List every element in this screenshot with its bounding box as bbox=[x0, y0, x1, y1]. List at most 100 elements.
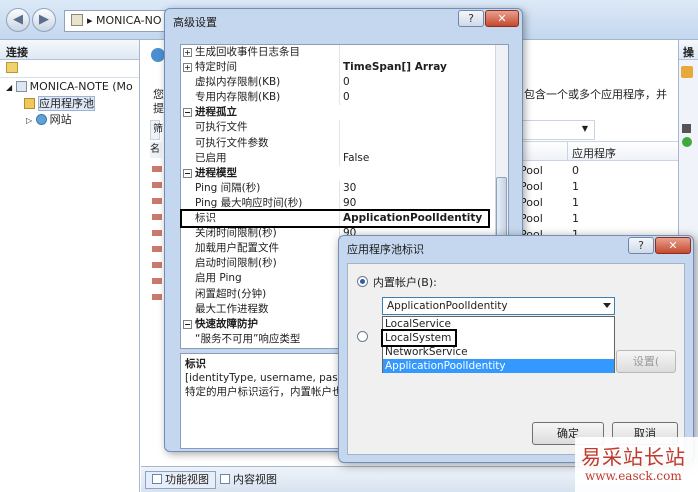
close-button[interactable]: ✕ bbox=[655, 237, 691, 254]
table-row[interactable]: Pool 1 bbox=[520, 211, 678, 227]
pool-table-header: 应用程序 bbox=[520, 141, 678, 161]
row-count: 0 bbox=[572, 164, 579, 177]
app-pool-identity-dialog: 应用程序池标识 ? ✕ 内置帐户(B): ApplicationPoolIden… bbox=[338, 235, 694, 463]
close-button[interactable]: ✕ bbox=[485, 10, 519, 27]
row-name: Pool bbox=[520, 212, 543, 225]
sites-icon bbox=[35, 114, 47, 125]
property-key-text: 虚拟内存限制(KB) bbox=[195, 76, 281, 89]
features-view-tab[interactable]: 功能视图 bbox=[145, 471, 216, 489]
filter-dropdown[interactable]: ▼ bbox=[520, 120, 595, 140]
highlight-box-localsystem bbox=[381, 329, 457, 347]
property-key: 可执行文件参数 bbox=[181, 135, 340, 151]
property-row[interactable]: Ping 间隔(秒) 30 bbox=[181, 180, 508, 196]
property-key-text: 可执行文件参数 bbox=[195, 136, 269, 149]
table-row[interactable]: Pool 0 bbox=[520, 163, 678, 179]
forward-button[interactable]: ▶ bbox=[32, 8, 56, 32]
property-key: 加载用户配置文件 bbox=[181, 241, 340, 257]
connections-title: 连接 bbox=[0, 40, 139, 60]
recycle-icon[interactable] bbox=[682, 137, 692, 147]
property-key-text: 进程模型 bbox=[195, 166, 237, 179]
set-button[interactable]: 设置( bbox=[616, 350, 676, 373]
property-value bbox=[340, 136, 508, 151]
stop-icon[interactable] bbox=[682, 124, 691, 133]
property-key-text: 闲置超时(分钟) bbox=[195, 287, 267, 300]
chevron-down-icon bbox=[603, 303, 611, 308]
builtin-account-radio[interactable] bbox=[357, 276, 368, 287]
intro-text-2: 提 bbox=[153, 102, 164, 115]
pool-table: 应用程序 Pool 0 Pool 1 Pool 1 Pool 1 Pool 1 bbox=[520, 141, 678, 243]
property-key: “服务不可用”响应类型 bbox=[181, 331, 340, 347]
content-view-label: 内容视图 bbox=[233, 473, 277, 486]
server-icon bbox=[15, 81, 27, 92]
builtin-account-select[interactable]: ApplicationPoolIdentity bbox=[382, 297, 615, 315]
property-row[interactable]: 可执行文件 bbox=[181, 120, 508, 136]
action-icon[interactable] bbox=[681, 66, 693, 78]
help-button[interactable]: ? bbox=[628, 237, 654, 254]
property-key-text: 可执行文件 bbox=[195, 121, 248, 134]
property-value: TimeSpan[] Array bbox=[343, 61, 447, 74]
property-key: − 进程孤立 bbox=[181, 105, 340, 120]
tree-label-server: MONICA-NOTE (Mo bbox=[29, 80, 133, 93]
expand-icon[interactable]: + bbox=[183, 48, 192, 57]
col-header-name[interactable]: 名 bbox=[150, 142, 162, 158]
property-key: − 快速故障防护 bbox=[181, 317, 340, 332]
property-key-text: 生成回收事件日志条目 bbox=[195, 46, 300, 58]
property-key-text: 关闭时间限制(秒) bbox=[195, 227, 277, 240]
filter-bar[interactable]: 筛 bbox=[150, 120, 163, 140]
watermark-title: 易采站长站 bbox=[581, 445, 686, 469]
folder-icon[interactable] bbox=[6, 62, 18, 73]
property-key: Ping 间隔(秒) bbox=[181, 180, 340, 196]
content-view-tab[interactable]: 内容视图 bbox=[213, 471, 284, 489]
back-button[interactable]: ◀ bbox=[6, 8, 30, 32]
property-value bbox=[340, 45, 508, 60]
tree-node-app-pools[interactable]: 应用程序池 bbox=[0, 96, 139, 112]
builtin-account-label: 内置帐户(B): bbox=[373, 276, 437, 289]
tree-label-sites: 网站 bbox=[49, 113, 72, 126]
property-row[interactable]: + 特定时间 TimeSpan[] Array bbox=[181, 60, 508, 76]
property-value: 0 bbox=[343, 91, 350, 104]
property-value bbox=[340, 120, 508, 135]
option-applicationpoolidentity[interactable]: ApplicationPoolIdentity bbox=[383, 359, 614, 373]
actions-title: 操 bbox=[679, 40, 698, 60]
property-key: 虚拟内存限制(KB) bbox=[181, 75, 340, 91]
table-row[interactable]: Pool 1 bbox=[520, 179, 678, 195]
property-row[interactable]: 已启用 False bbox=[181, 150, 508, 166]
tree-node-server[interactable]: ◢ MONICA-NOTE (Mo bbox=[0, 79, 139, 96]
select-value: ApplicationPoolIdentity bbox=[387, 300, 508, 312]
property-key-text: 专用内存限制(KB) bbox=[195, 91, 281, 104]
property-key-text: Ping 最大响应时间(秒) bbox=[195, 196, 303, 209]
property-row[interactable]: 可执行文件参数 bbox=[181, 135, 508, 151]
expand-icon[interactable]: + bbox=[183, 63, 192, 73]
property-key: + 生成回收事件日志条目 bbox=[181, 45, 340, 61]
collapse-icon[interactable]: − bbox=[183, 319, 192, 329]
property-row[interactable]: 虚拟内存限制(KB) 0 bbox=[181, 75, 508, 91]
scrollbar-thumb[interactable] bbox=[496, 177, 507, 237]
property-key: 专用内存限制(KB) bbox=[181, 90, 340, 106]
tree-node-sites[interactable]: ▷ 网站 bbox=[0, 112, 139, 129]
row-name: Pool bbox=[520, 180, 543, 193]
app-pool-icon bbox=[24, 98, 35, 109]
property-key-text: 启用 Ping bbox=[195, 272, 242, 285]
property-key-text: 已启用 bbox=[195, 151, 227, 164]
property-category[interactable]: − 进程模型 bbox=[181, 165, 508, 181]
property-value: 30 bbox=[343, 181, 357, 194]
watermark-url: www.easck.com bbox=[585, 469, 682, 483]
globe-icon bbox=[151, 48, 165, 62]
table-row[interactable]: Pool 1 bbox=[520, 195, 678, 211]
address-field[interactable]: ▸ MONICA-NO bbox=[64, 10, 174, 32]
custom-account-radio[interactable] bbox=[357, 331, 368, 342]
property-key-text: 最大工作进程数 bbox=[195, 302, 269, 315]
collapse-icon[interactable]: − bbox=[183, 108, 192, 118]
row-count: 1 bbox=[572, 196, 579, 209]
col-header-apps[interactable]: 应用程序 bbox=[568, 142, 620, 160]
intro-text-right: 包含一个或多个应用程序，并 bbox=[524, 88, 667, 101]
help-button[interactable]: ? bbox=[458, 10, 484, 27]
collapse-icon[interactable]: − bbox=[183, 168, 192, 178]
property-row[interactable]: + 生成回收事件日志条目 bbox=[181, 45, 508, 61]
features-view-icon bbox=[152, 474, 162, 484]
tree-label-app-pools: 应用程序池 bbox=[38, 96, 95, 111]
option-networkservice[interactable]: NetworkService bbox=[383, 345, 614, 359]
identity-panel: 内置帐户(B): ApplicationPoolIdentity LocalSe… bbox=[347, 263, 685, 455]
property-category[interactable]: − 进程孤立 bbox=[181, 105, 508, 121]
property-row[interactable]: 专用内存限制(KB) 0 bbox=[181, 90, 508, 106]
